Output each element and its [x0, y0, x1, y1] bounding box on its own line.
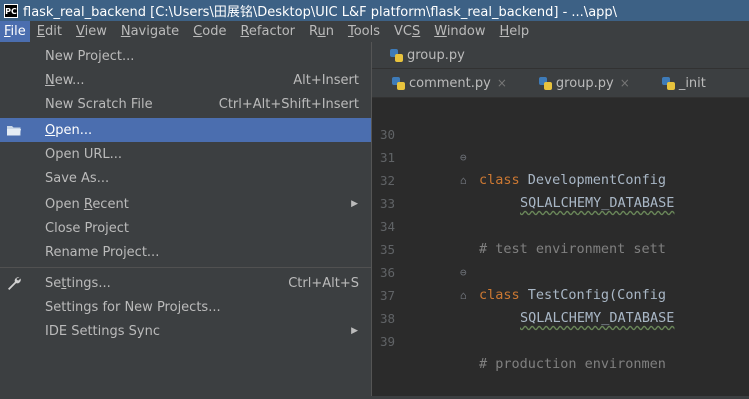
menu-edit[interactable]: Edit: [30, 21, 69, 42]
menu-help[interactable]: Help: [493, 21, 537, 42]
editor-tabs: comment.py × group.py × _init: [372, 69, 749, 98]
menu-item-ide-settings-sync[interactable]: IDE Settings Sync ▶: [0, 319, 371, 343]
code-line: 36 ⌂ SQLALCHEMY_DATABASE: [372, 238, 749, 326]
menu-item-new[interactable]: New... Alt+Insert: [0, 68, 371, 92]
menu-navigate[interactable]: Navigate: [114, 21, 186, 42]
tab-comment-py[interactable]: comment.py ×: [372, 69, 519, 97]
tab-init-py[interactable]: _init: [642, 69, 706, 97]
code-line: 34 # test environment sett: [372, 192, 749, 257]
menu-item-close-project[interactable]: Close Project: [0, 216, 371, 240]
code-editor[interactable]: 30 ⊖ class DevelopmentConfig 31 ⌂ SQLALC…: [372, 98, 749, 396]
title-bar: PC flask_real_backend [C:\Users\田展铭\Desk…: [0, 0, 749, 21]
shortcut-label: Ctrl+Alt+S: [288, 275, 359, 291]
file-menu-dropdown: New Project... New... Alt+Insert New Scr…: [0, 42, 372, 396]
menu-refactor[interactable]: Refactor: [233, 21, 302, 42]
tab-group-py[interactable]: group.py ×: [519, 69, 642, 97]
menu-item-open[interactable]: Open...: [0, 118, 371, 142]
arrow-right-icon: ▶: [351, 326, 358, 336]
menu-item-rename-project[interactable]: Rename Project...: [0, 240, 371, 264]
code-line: 32: [372, 146, 749, 188]
code-line: 35 ⊖ class TestConfig(Config: [372, 215, 749, 303]
code-line: 37: [372, 261, 749, 303]
folder-icon: [7, 126, 21, 136]
python-file-icon: [661, 76, 675, 90]
python-file-icon: [538, 76, 552, 90]
menu-item-new-project[interactable]: New Project...: [0, 44, 371, 68]
menu-separator: [0, 267, 371, 268]
code-line: 31 ⌂ SQLALCHEMY_DATABASE: [372, 123, 749, 211]
menu-item-settings[interactable]: Settings... Ctrl+Alt+S: [0, 271, 371, 295]
close-icon[interactable]: ×: [620, 76, 630, 90]
menu-vcs[interactable]: VCS: [387, 21, 427, 42]
menu-window[interactable]: Window: [427, 21, 492, 42]
breadcrumb-file[interactable]: group.py: [407, 48, 465, 63]
close-icon[interactable]: ×: [497, 76, 507, 90]
menu-file[interactable]: File: [0, 21, 30, 42]
menu-run[interactable]: Run: [302, 21, 341, 42]
menu-bar: File Edit View Navigate Code Refactor Ru…: [0, 21, 749, 42]
arrow-right-icon: ▶: [351, 199, 358, 209]
pycharm-logo-icon: PC: [4, 3, 18, 18]
shortcut-label: Alt+Insert: [293, 72, 359, 88]
menu-item-open-url[interactable]: Open URL...: [0, 142, 371, 166]
editor-area: group.py comment.py × group.py × _init 3…: [372, 42, 749, 396]
menu-code[interactable]: Code: [186, 21, 233, 42]
python-file-icon: [390, 48, 403, 62]
breadcrumb[interactable]: group.py: [372, 48, 465, 63]
navigation-bar: group.py: [372, 42, 749, 69]
line-number: 39: [380, 334, 396, 349]
code-line: 38: [372, 284, 749, 326]
wrench-icon: [8, 277, 21, 290]
menu-item-new-scratch-file[interactable]: New Scratch File Ctrl+Alt+Shift+Insert: [0, 92, 371, 116]
code-line: 33: [372, 169, 749, 211]
menu-tools[interactable]: Tools: [341, 21, 387, 42]
shortcut-label: Ctrl+Alt+Shift+Insert: [218, 96, 359, 112]
menu-item-save-as[interactable]: Save As...: [0, 166, 371, 190]
python-file-icon: [392, 76, 405, 90]
menu-item-open-recent[interactable]: Open Recent ▶: [0, 192, 371, 216]
code-line: 39 # production environmen: [372, 307, 749, 372]
menu-item-settings-for-new-projects[interactable]: Settings for New Projects...: [0, 295, 371, 319]
window-title: flask_real_backend [C:\Users\田展铭\Desktop…: [23, 5, 618, 20]
menu-view[interactable]: View: [69, 21, 114, 42]
code-line: 30 ⊖ class DevelopmentConfig: [372, 100, 749, 188]
